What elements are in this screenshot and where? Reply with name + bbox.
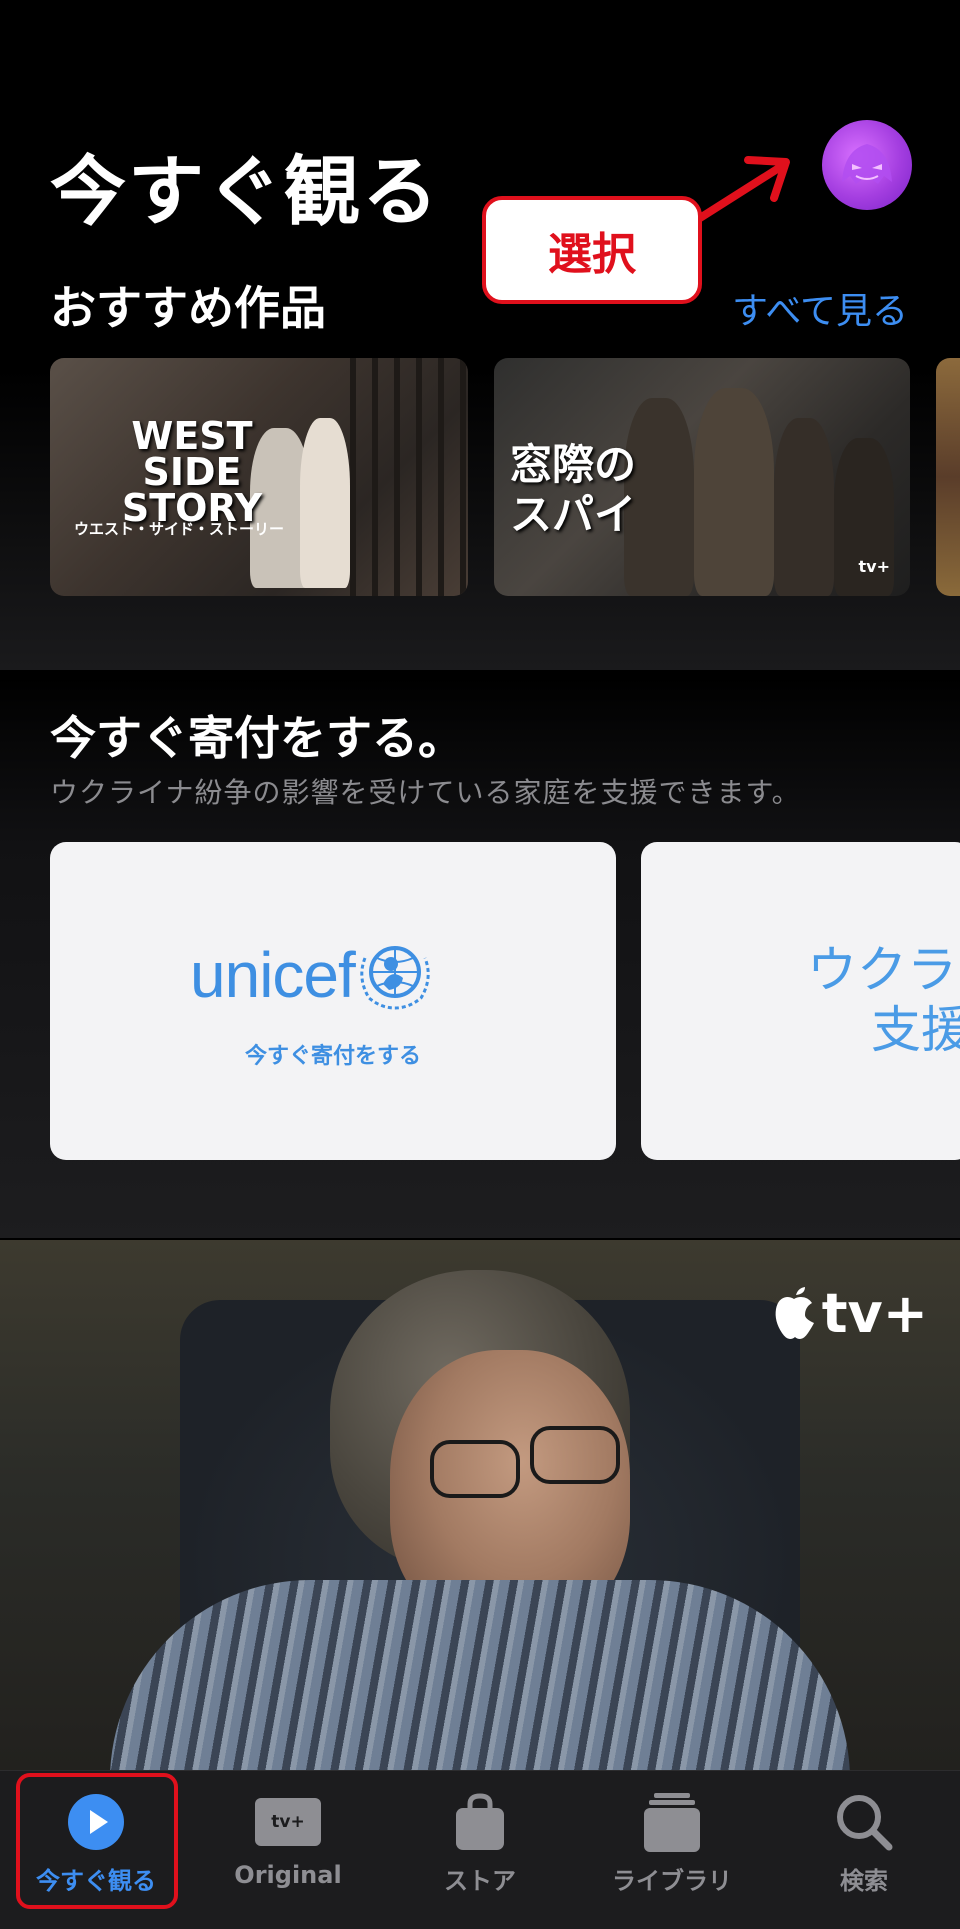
fire-escape-pattern <box>350 358 468 596</box>
tab-label: ライブラリ <box>612 1867 732 1895</box>
apple-logo-icon <box>775 1286 814 1339</box>
profile-avatar[interactable] <box>822 120 912 210</box>
header: 今すぐ観る 選択 おすすめ作品 すべて見る WEST SIDE STORY ウエ… <box>0 0 960 670</box>
recommended-card-slow-horses[interactable]: 窓際のスパイ tv+ <box>494 358 910 596</box>
recommended-section-title: おすすめ作品 <box>50 281 326 335</box>
tab-original[interactable]: tv+ Original <box>198 1771 378 1929</box>
search-icon <box>837 1795 893 1851</box>
recommended-card-west-side-story[interactable]: WEST SIDE STORY ウエスト・サイド・ストーリー <box>50 358 468 596</box>
ukraine-support-card[interactable]: ウクライ 支援 <box>641 842 960 1160</box>
tab-highlight-annotation <box>16 1773 178 1909</box>
tab-search[interactable]: 検索 <box>774 1771 954 1929</box>
see-all-link[interactable]: すべて見る <box>732 282 908 334</box>
card-subtitle: ウエスト・サイド・ストーリー <box>74 520 285 538</box>
library-stack-icon <box>644 1793 700 1852</box>
select-callout: 選択 <box>482 196 702 304</box>
unicef-logo: unicef <box>190 938 435 1012</box>
ukraine-support-text: ウクライ 支援 <box>807 941 960 1059</box>
donate-section: 今すぐ寄付をする。 ウクライナ紛争の影響を受けている家庭を支援できます。 uni… <box>0 676 960 1238</box>
striped-shirt-shape <box>110 1580 850 1770</box>
card-title: WEST SIDE STORY <box>121 414 263 530</box>
tab-store[interactable]: ストア <box>390 1771 570 1929</box>
unicef-donate-card[interactable]: unicef 今すぐ寄付をする <box>50 842 616 1160</box>
unicef-emblem-icon <box>360 946 430 1010</box>
tab-label: 検索 <box>840 1867 888 1895</box>
donate-section-title: 今すぐ寄付をする。 <box>50 711 464 765</box>
hero-banner[interactable]: tv+ <box>0 1240 960 1770</box>
glasses-left <box>430 1440 520 1498</box>
shopping-bag-icon <box>456 1793 504 1850</box>
appletv-plus-icon: tv+ <box>255 1798 321 1846</box>
appletv-plus-badge: tv+ <box>858 557 890 576</box>
glasses-right <box>530 1426 620 1484</box>
recommended-card-partial[interactable] <box>936 358 960 596</box>
unicef-donate-cta: 今すぐ寄付をする <box>244 1044 421 1069</box>
donate-section-subtitle: ウクライナ紛争の影響を受けている家庭を支援できます。 <box>50 776 801 809</box>
red-arrow-annotation <box>696 156 790 222</box>
appletv-plus-logo: tv+ <box>772 1282 928 1345</box>
figure-silhouette <box>300 418 350 588</box>
figure-silhouette <box>694 388 774 596</box>
tab-label: ストア <box>444 1867 516 1895</box>
avatar-ghost-icon <box>842 144 892 184</box>
figure-silhouette <box>774 418 834 596</box>
tab-label: Original <box>234 1861 342 1889</box>
tab-library[interactable]: ライブラリ <box>582 1771 762 1929</box>
unicef-wordmark: unicef <box>190 939 356 1011</box>
page-title: 今すぐ観る <box>50 147 440 236</box>
card-title: 窓際のスパイ <box>510 440 637 539</box>
